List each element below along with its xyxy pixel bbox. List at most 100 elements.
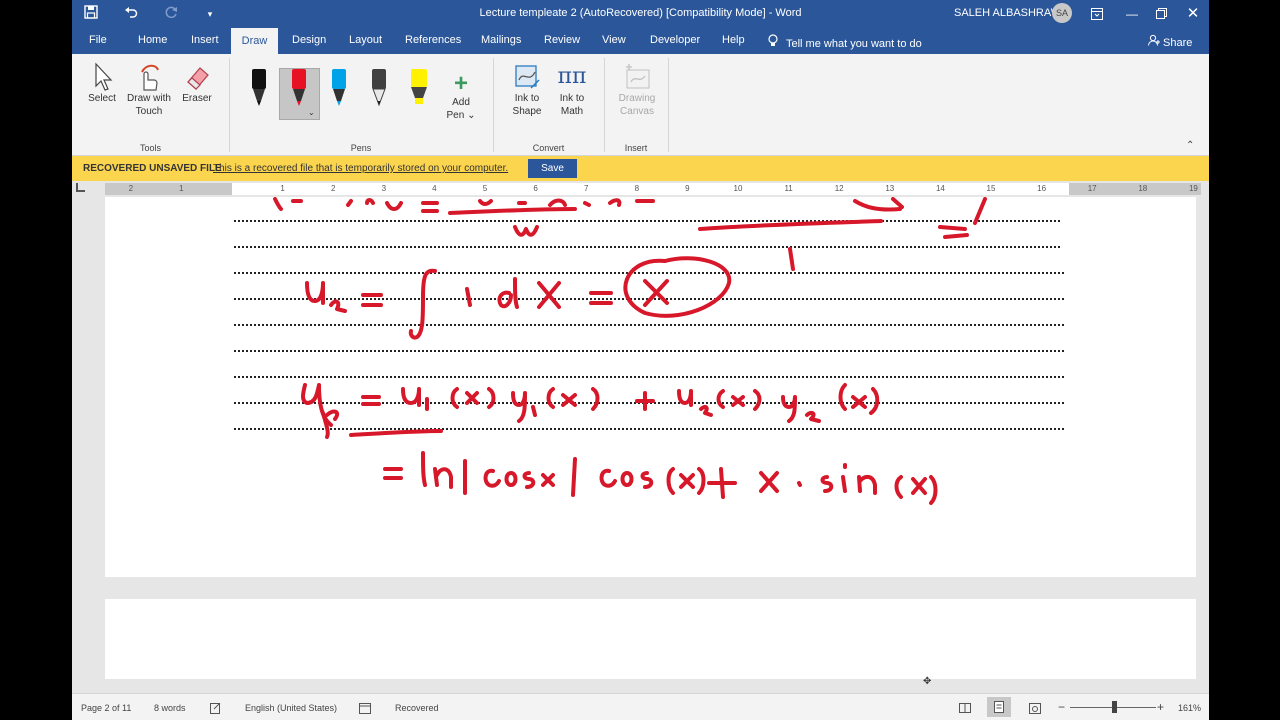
draw-with-touch-label-2: Touch [135,106,163,117]
word-count[interactable]: 8 words [154,703,186,713]
ink-drawing-canvas[interactable] [105,197,1196,577]
tell-me-search[interactable]: Tell me what you want to do [768,34,922,50]
save-button[interactable]: Save [528,159,577,178]
ruler-tick-label: 6 [533,184,538,193]
drawing-canvas-icon [615,62,659,92]
recovered-file-message-bar: RECOVERED UNSAVED FILE This is a recover… [72,156,1209,181]
tab-mailings[interactable]: Mailings [481,34,521,46]
tab-help[interactable]: Help [722,34,745,46]
ribbon-display-options-icon[interactable] [1087,4,1107,24]
pen-red-icon[interactable] [290,68,308,108]
group-separator [604,58,605,152]
zoom-in-icon[interactable]: + [1157,700,1164,714]
tab-file[interactable]: File [89,34,107,46]
eraser-icon [180,62,214,92]
touch-draw-icon [124,62,174,92]
insert-group-label: Insert [624,143,648,153]
message-bar-text[interactable]: This is a recovered file that is tempora… [213,163,508,174]
select-label: Select [88,93,116,104]
collapse-ribbon-icon[interactable]: ⌃ [1186,140,1194,151]
pens-group-label: Pens [350,143,372,153]
status-bar: Page 2 of 11 8 words English (United Sta… [72,693,1209,720]
read-mode-icon[interactable] [959,703,971,713]
ruler-tick-label: 10 [733,184,743,193]
word-window: ▾ Lecture templeate 2 (AutoRecovered) [C… [72,0,1209,720]
zoom-slider-thumb[interactable] [1112,701,1117,713]
tab-design[interactable]: Design [292,34,326,46]
tools-group-label: Tools [139,143,161,153]
left-margin-area [105,183,232,195]
add-pen-label-2: Pen ⌄ [446,110,476,121]
pen-black-icon[interactable] [250,68,268,108]
ink-to-math-label-2: Math [560,106,584,117]
share-button[interactable]: Share [1148,34,1192,49]
tab-developer[interactable]: Developer [650,34,700,46]
ruler-tick-label: 17 [1087,184,1097,193]
pi-math-icon: ππ [557,64,587,89]
ruler-tick-label: 3 [381,184,387,193]
tab-insert[interactable]: Insert [191,34,219,46]
restore-icon[interactable] [1151,4,1171,24]
ruler-tick-label: 13 [885,184,895,193]
drawing-canvas-label-1: Drawing [618,93,656,104]
macro-icon[interactable] [359,703,371,714]
document-page[interactable] [105,197,1196,577]
ink-to-math-button[interactable]: ππ Ink to Math [553,62,591,118]
tab-draw[interactable]: Draw [231,28,278,54]
tab-view[interactable]: View [602,34,626,46]
share-label: Share [1163,37,1193,49]
ruler-tick-label: 15 [986,184,996,193]
title-bar: ▾ Lecture templeate 2 (AutoRecovered) [C… [72,0,1209,28]
add-pen-button[interactable]: + Add Pen ⌄ [446,72,476,122]
group-separator [229,58,230,152]
drawing-canvas-button[interactable]: Drawing Canvas [615,62,659,118]
ruler-tick-label: 4 [432,184,437,193]
proofing-icon[interactable] [210,703,222,714]
ruler-tick-label: 12 [834,184,844,193]
language[interactable]: English (United States) [245,703,337,713]
group-separator [668,58,669,152]
ruler-tick-label: 11 [784,184,793,193]
print-layout-icon[interactable] [987,697,1011,717]
zoom-level[interactable]: 161% [1178,703,1201,713]
minimize-icon[interactable]: — [1122,4,1142,24]
tab-home[interactable]: Home [138,34,167,46]
ruler-tick-label: 19 [1188,184,1198,193]
document-area[interactable]: ✥ [72,197,1209,693]
highlighter-yellow-icon[interactable] [410,68,428,108]
tab-selector-icon[interactable] [76,183,85,192]
ruler-tick-label: 14 [935,184,945,193]
avatar[interactable]: SA [1052,3,1072,23]
document-page[interactable] [105,599,1196,679]
page-count[interactable]: Page 2 of 11 [81,703,131,713]
eraser-button[interactable]: Eraser [180,62,214,105]
pen-blue-icon[interactable] [330,68,348,108]
horizontal-ruler[interactable]: 21 1 2 3 4 5 6 7 8 9 10 11 12 13 14 15 16 17 18 19 [105,183,1201,195]
recovered-status: Recovered [395,703,439,713]
tab-layout[interactable]: Layout [349,34,382,46]
ruler-tick-label: 16 [1037,184,1047,193]
ruler-tick-label: 2 [330,184,336,193]
ruler-tick-label: 1 [280,184,285,193]
vertical-scrollbar[interactable] [1198,197,1209,693]
user-name[interactable]: SALEH ALBASHRAWI [954,7,1064,19]
pen-options-chevron-icon[interactable]: ⌄ [308,108,315,117]
pencil-gray-icon[interactable] [370,68,388,108]
eraser-label: Eraser [182,93,212,104]
close-icon[interactable]: ✕ [1183,4,1203,24]
web-layout-icon[interactable] [1029,703,1041,714]
draw-with-touch-button[interactable]: Draw with Touch [124,62,174,118]
ink-to-shape-label-2: Shape [512,106,542,117]
ruler-tick-label: 9 [685,184,690,193]
tab-references[interactable]: References [405,34,461,46]
tab-review[interactable]: Review [544,34,580,46]
select-button[interactable]: Select [86,62,118,105]
tell-me-label: Tell me what you want to do [786,38,922,50]
person-icon [1148,34,1160,46]
ink-to-shape-icon [508,62,546,92]
zoom-out-icon[interactable]: − [1058,700,1065,714]
drawing-canvas-label-2: Canvas [620,106,654,117]
ink-to-math-label-1: Ink to [559,93,585,104]
move-handle-icon[interactable]: ✥ [923,676,931,687]
ink-to-shape-button[interactable]: Ink to Shape [508,62,546,118]
